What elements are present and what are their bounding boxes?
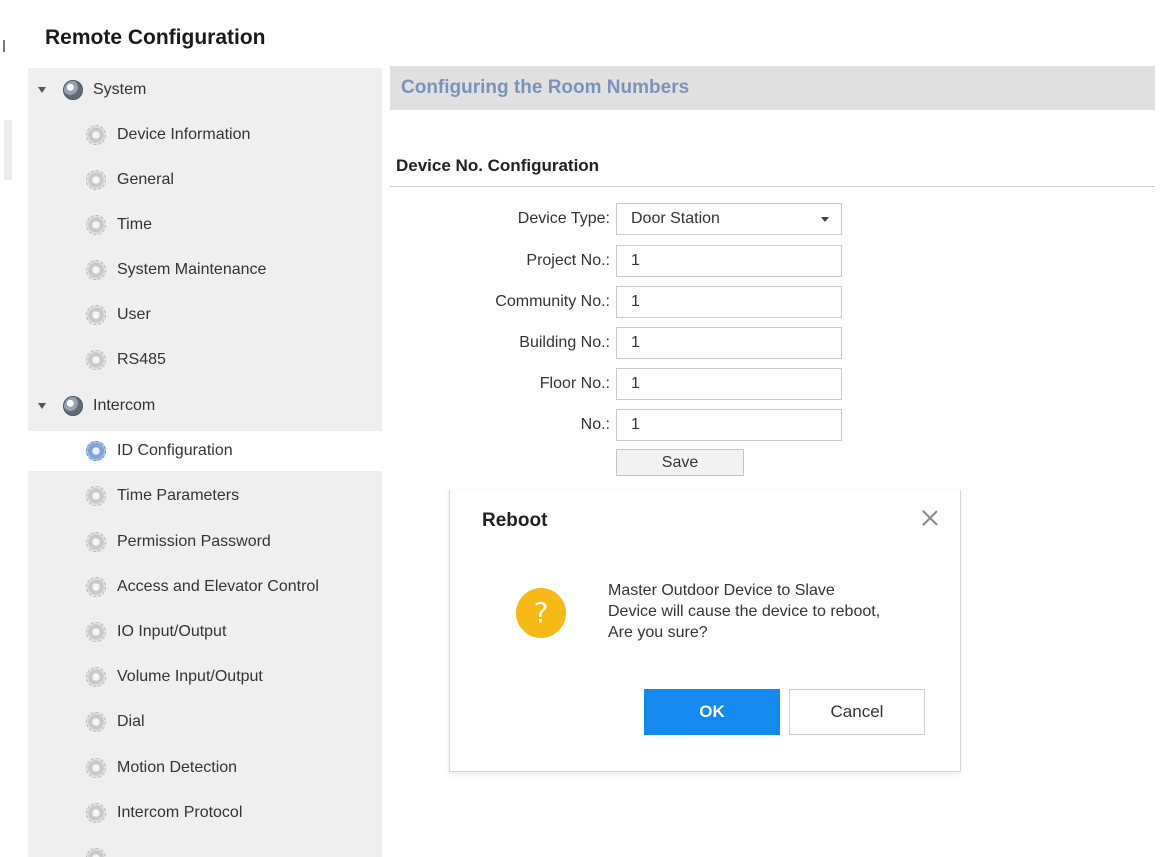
app-title: Remote Configuration [45, 26, 266, 49]
sidebar-tree: System Device Information General Time S… [28, 68, 382, 857]
sidebar-item-label: Dial [117, 713, 145, 730]
no-label: No.: [580, 416, 610, 433]
gear-icon [86, 441, 106, 461]
caret-down-icon[interactable] [38, 87, 46, 93]
sidebar-item-label: General [117, 171, 174, 188]
ok-button[interactable]: OK [644, 689, 780, 735]
section-title: Configuring the Room Numbers [390, 66, 1155, 110]
gear-icon [86, 758, 106, 778]
dialog-message: Master Outdoor Device to Slave Device wi… [608, 580, 938, 643]
reboot-dialog: Reboot ? Master Outdoor Device to Slave … [449, 490, 961, 772]
sidebar-item-user[interactable]: User [28, 295, 382, 335]
question-icon: ? [516, 588, 566, 638]
dialog-message-line: Device will cause the device to reboot, [608, 603, 881, 620]
sidebar-item-label: Volume Input/Output [117, 668, 263, 685]
building-no-input[interactable]: 1 [616, 327, 842, 359]
save-button[interactable]: Save [616, 449, 744, 476]
device-type-value: Door Station [631, 210, 720, 227]
gear-icon [86, 215, 106, 235]
tree-group-label: Intercom [93, 397, 156, 414]
sidebar-item-permission-password[interactable]: Permission Password [28, 522, 382, 562]
gear-icon [86, 260, 106, 280]
gear-icon [86, 486, 106, 506]
sidebar-item-general[interactable]: General [28, 160, 382, 200]
left-window-edge [0, 0, 12, 857]
sidebar-item-label: IO Input/Output [117, 623, 227, 640]
no-input[interactable]: 1 [616, 409, 842, 441]
sidebar-item-dial[interactable]: Dial [28, 702, 382, 742]
building-no-label: Building No.: [519, 334, 610, 351]
edge-mark [3, 40, 5, 52]
device-type-select[interactable]: Door Station [616, 203, 842, 235]
tree-group-system[interactable]: System [28, 70, 382, 110]
sidebar-item-cut-off[interactable] [28, 838, 382, 857]
gear-icon [86, 350, 106, 370]
floor-no-label: Floor No.: [539, 375, 610, 392]
floor-no-input[interactable]: 1 [616, 368, 842, 400]
sidebar-item-device-information[interactable]: Device Information [28, 115, 382, 155]
gear-icon [86, 125, 106, 145]
sidebar-item-label: Device Information [117, 126, 251, 143]
dialog-message-line: Are you sure? [608, 624, 708, 641]
sidebar-item-id-configuration[interactable]: ID Configuration [28, 431, 382, 471]
gear-icon [86, 577, 106, 597]
sidebar-item-access-elevator-control[interactable]: Access and Elevator Control [28, 567, 382, 607]
sidebar-item-time[interactable]: Time [28, 205, 382, 245]
community-no-input[interactable]: 1 [616, 286, 842, 318]
dialog-message-line: Master Outdoor Device to Slave [608, 582, 835, 599]
device-type-label: Device Type: [517, 210, 610, 227]
close-icon[interactable] [918, 506, 942, 530]
gear-icon [86, 170, 106, 190]
globe-icon [63, 80, 83, 100]
sidebar-item-volume-input-output[interactable]: Volume Input/Output [28, 657, 382, 697]
sidebar-item-label: ID Configuration [117, 442, 233, 459]
sidebar-item-io-input-output[interactable]: IO Input/Output [28, 612, 382, 652]
sidebar-item-intercom-protocol[interactable]: Intercom Protocol [28, 793, 382, 833]
subsection-title: Device No. Configuration [396, 156, 600, 175]
sidebar-item-label: Access and Elevator Control [117, 578, 319, 595]
gear-icon [86, 848, 106, 857]
gear-icon [86, 305, 106, 325]
project-no-label: Project No.: [526, 252, 610, 269]
gear-icon [86, 712, 106, 732]
sidebar-item-label: Time Parameters [117, 487, 240, 504]
gear-icon [86, 532, 106, 552]
globe-icon [63, 396, 83, 416]
sidebar-item-system-maintenance[interactable]: System Maintenance [28, 250, 382, 290]
sidebar-item-label: System Maintenance [117, 261, 267, 278]
sidebar-item-label: Motion Detection [117, 759, 238, 776]
sidebar-item-label: User [117, 306, 151, 323]
edge-mark [4, 120, 12, 180]
sidebar-item-label: RS485 [117, 351, 166, 368]
community-no-label: Community No.: [495, 293, 610, 310]
sidebar-item-time-parameters[interactable]: Time Parameters [28, 476, 382, 516]
caret-down-icon[interactable] [38, 403, 46, 409]
sidebar-item-rs485[interactable]: RS485 [28, 340, 382, 380]
project-no-input[interactable]: 1 [616, 245, 842, 277]
dropdown-arrow-icon[interactable] [821, 217, 829, 222]
gear-icon [86, 622, 106, 642]
gear-icon [86, 667, 106, 687]
sidebar-item-label: Time [117, 216, 152, 233]
cancel-button[interactable]: Cancel [789, 689, 925, 735]
gear-icon [86, 803, 106, 823]
divider [390, 186, 1155, 187]
sidebar-item-label: Permission Password [117, 533, 271, 550]
tree-group-intercom[interactable]: Intercom [28, 386, 382, 426]
dialog-title: Reboot [482, 510, 548, 531]
tree-group-label: System [93, 81, 147, 98]
sidebar-item-label: Intercom Protocol [117, 804, 243, 821]
sidebar-item-motion-detection[interactable]: Motion Detection [28, 748, 382, 788]
